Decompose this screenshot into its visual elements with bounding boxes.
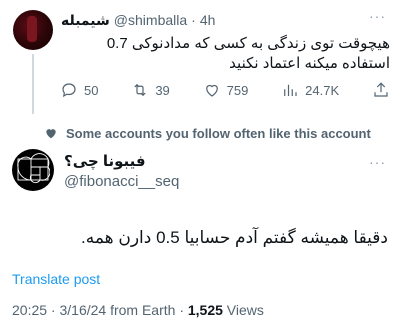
heart-icon <box>46 129 56 139</box>
reply-count: 50 <box>84 82 99 98</box>
reply-button[interactable]: 50 <box>60 81 98 99</box>
main-more-icon[interactable]: ··· <box>369 154 386 170</box>
views-count: 24.7K <box>305 82 340 98</box>
post-timestamp[interactable]: 20:25 · 3/16/24 from Earth · <box>12 302 188 318</box>
main-tweet-text: دقیقا همیشه گفتم آدم حسابیا 0.5 دارن همه… <box>81 228 388 247</box>
main-handle[interactable]: @fibonacci__seq <box>64 173 179 190</box>
like-button[interactable]: 759 <box>203 81 249 99</box>
main-display-name[interactable]: فیبونا چی؟ <box>64 152 146 170</box>
views-icon <box>284 84 297 96</box>
reply-icon <box>62 83 76 98</box>
parent-timestamp[interactable]: 4h <box>200 12 216 28</box>
parent-more-icon[interactable]: ··· <box>369 8 386 24</box>
share-button[interactable] <box>372 81 390 99</box>
share-icon <box>374 82 388 97</box>
main-avatar[interactable] <box>12 149 54 191</box>
fibonacci-spiral-icon <box>17 153 50 184</box>
views-total: 1,525 <box>187 302 223 318</box>
social-context-text: Some accounts you follow often like this… <box>66 125 371 141</box>
parent-display-name[interactable]: شیمبله <box>61 12 110 29</box>
social-context: Some accounts you follow often like this… <box>44 124 371 142</box>
retweet-count: 39 <box>155 82 170 98</box>
views-label: Views <box>222 302 264 318</box>
parent-tweet-text: هیچوقت توی زندگی به کسی که مدادنوکی 0.7 … <box>106 35 390 72</box>
translate-post-link[interactable]: Translate post <box>12 271 100 287</box>
views-button[interactable]: 24.7K <box>281 81 339 99</box>
like-count: 759 <box>226 82 249 98</box>
parent-avatar[interactable] <box>13 10 53 50</box>
retweet-button[interactable]: 39 <box>131 81 170 99</box>
like-icon <box>205 84 218 97</box>
parent-tweet-header: شیمبله @shimballa · 4h <box>61 10 380 30</box>
parent-separator: · <box>191 12 196 28</box>
retweet-icon <box>134 83 146 97</box>
parent-handle[interactable]: @shimballa <box>114 12 187 28</box>
thread-line <box>32 54 34 114</box>
parent-action-bar: 50 39 759 24.7K <box>60 80 390 100</box>
tweet-meta: 20:25 · 3/16/24 from Earth · 1,525 Views <box>12 302 264 318</box>
parent-tweet[interactable]: شیمبله @shimballa · 4h ··· هیچوقت توی زن… <box>0 0 400 114</box>
